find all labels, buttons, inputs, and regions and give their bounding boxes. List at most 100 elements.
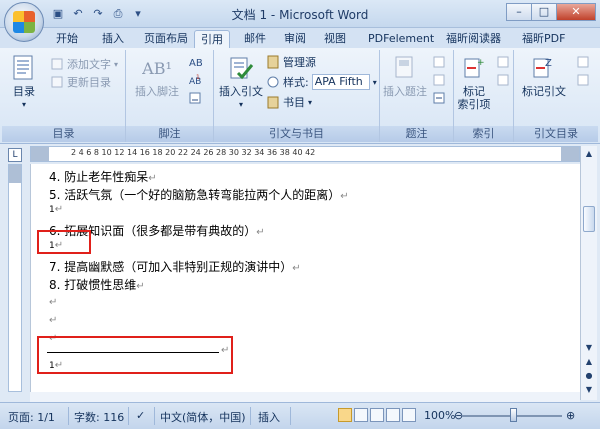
group-label-captions: 题注: [380, 126, 453, 142]
doc-line-1[interactable]: 4. 防止老年性痴呆↵: [49, 168, 157, 185]
doc-line-9[interactable]: ↵: [49, 312, 57, 326]
group-citations: 插入引文 ▾ 管理源 样式: APA Fifth ▾ 书目 ▾ 引文与书目: [214, 50, 380, 142]
web-layout-icon[interactable]: [370, 408, 384, 422]
tab-references[interactable]: 引用: [194, 30, 230, 48]
select-browse-object-icon[interactable]: ●: [583, 370, 595, 382]
doc-line-6[interactable]: 7. 提高幽默感（可加入非特别正规的演讲中）↵: [49, 258, 301, 275]
vertical-ruler[interactable]: [8, 164, 22, 392]
tab-pdfelement[interactable]: PDFelement: [362, 30, 440, 48]
undo-icon[interactable]: ↶: [70, 6, 86, 22]
group-label-footnotes: 脚注: [126, 126, 213, 142]
add-text-button[interactable]: 添加文字 ▾: [50, 56, 118, 72]
tab-review[interactable]: 审阅: [278, 30, 312, 48]
tab-foxit-pdf[interactable]: 福昕PDF: [516, 30, 571, 48]
horizontal-scrollbar[interactable]: [30, 392, 580, 402]
svg-text:Z: Z: [545, 58, 552, 69]
bibliography-button[interactable]: 书目 ▾: [266, 94, 312, 110]
tab-page-layout[interactable]: 页面布局: [138, 30, 194, 48]
language-indicator[interactable]: 中文(简体，中国): [160, 409, 246, 425]
group-footnotes: AB¹ 插入脚注 AB AB 1 脚注: [126, 50, 214, 142]
chevron-down-icon[interactable]: ▾: [373, 78, 377, 87]
zoom-level[interactable]: 100%: [424, 409, 455, 422]
minimize-button[interactable]: –: [506, 3, 532, 21]
next-page-icon[interactable]: ▼: [583, 384, 595, 396]
citation-icon: [227, 54, 255, 82]
page-indicator[interactable]: 页面: 1/1: [8, 409, 55, 425]
tab-mailings[interactable]: 邮件: [238, 30, 272, 48]
outline-icon[interactable]: [386, 408, 400, 422]
maximize-button[interactable]: □: [531, 3, 557, 21]
save-icon[interactable]: ▣: [50, 6, 66, 22]
update-toa-icon[interactable]: [576, 72, 590, 88]
group-index: + 标记 索引项 索引: [454, 50, 514, 142]
cross-reference-icon[interactable]: [432, 90, 446, 106]
style-dropdown-value[interactable]: APA Fifth: [311, 74, 370, 90]
word-count[interactable]: 字数: 116: [74, 409, 124, 425]
insert-table-of-figures-icon[interactable]: [432, 54, 446, 70]
ruler-numbers: 2 4 6 8 10 12 14 16 18 20 22 24 26 28 30…: [71, 148, 316, 157]
svg-text:AB: AB: [189, 58, 202, 69]
full-screen-reading-icon[interactable]: [354, 408, 368, 422]
insert-caption-button[interactable]: 插入题注: [380, 54, 430, 98]
vertical-scrollbar[interactable]: ▲ ▼ ▲ ● ▼: [580, 146, 597, 400]
toc-button[interactable]: 目录 ▾: [6, 54, 42, 111]
update-table-icon[interactable]: [432, 72, 446, 88]
insert-toa-icon[interactable]: [576, 54, 590, 70]
document-page[interactable]: 4. 防止老年性痴呆↵ 5. 活跃气氛（一个好的脑筋急转弯能拉两个人的距离）↵ …: [30, 164, 580, 392]
doc-line-2[interactable]: 5. 活跃气氛（一个好的脑筋急转弯能拉两个人的距离）↵: [49, 186, 349, 203]
update-icon: [50, 75, 64, 89]
doc-line-3[interactable]: 1↵: [49, 204, 63, 215]
style-select[interactable]: 样式: APA Fifth ▾: [266, 74, 377, 90]
bibliography-icon: [266, 95, 280, 109]
manage-sources-button[interactable]: 管理源: [266, 54, 316, 70]
close-button[interactable]: ✕: [556, 3, 596, 21]
mark-citation-icon: Z: [530, 54, 558, 82]
scroll-up-icon[interactable]: ▲: [583, 148, 595, 160]
group-label-index: 索引: [454, 126, 513, 142]
tab-view[interactable]: 视图: [318, 30, 352, 48]
print-preview-icon[interactable]: ⎙: [110, 6, 126, 22]
group-label-toc: 目录: [2, 126, 125, 142]
insert-citation-button[interactable]: 插入引文 ▾: [216, 54, 266, 111]
caption-icon: [391, 54, 419, 82]
group-captions: 插入题注 题注: [380, 50, 454, 142]
group-toc: 目录 ▾ 添加文字 ▾ 更新目录 目录: [2, 50, 126, 142]
previous-page-icon[interactable]: ▲: [583, 356, 595, 368]
proofing-icon[interactable]: ✓: [136, 409, 145, 422]
doc-line-7[interactable]: 8. 打破惯性思维↵: [49, 276, 145, 293]
status-bar: 页面: 1/1 字数: 116 ✓ 中文(简体，中国) 插入 100% ⊖ ⊕: [0, 402, 600, 429]
mark-entry-icon: +: [460, 54, 488, 82]
insert-footnote-button[interactable]: AB¹ 插入脚注: [130, 54, 184, 98]
update-index-icon[interactable]: [496, 72, 510, 88]
group-table-of-authorities: Z 标记引文 引文目录: [514, 50, 598, 142]
ribbon: 目录 ▾ 添加文字 ▾ 更新目录 目录 AB¹ 插入脚注 AB AB 1 脚注 …: [0, 48, 600, 144]
horizontal-ruler[interactable]: 2 4 6 8 10 12 14 16 18 20 22 24 26 28 30…: [30, 146, 580, 162]
draft-icon[interactable]: [402, 408, 416, 422]
scroll-down-icon[interactable]: ▼: [583, 342, 595, 354]
insert-endnote-icon[interactable]: AB: [188, 54, 202, 70]
doc-line-8[interactable]: ↵: [49, 294, 57, 308]
tab-selector[interactable]: L: [8, 148, 22, 162]
ribbon-tabs: 开始 插入 页面布局 引用 邮件 审阅 视图 PDFelement 福昕阅读器 …: [0, 28, 600, 48]
office-button[interactable]: [4, 2, 44, 42]
print-layout-icon[interactable]: [338, 408, 352, 422]
mark-entry-button[interactable]: + 标记 索引项: [454, 54, 494, 111]
update-toc-button[interactable]: 更新目录: [50, 74, 111, 90]
mark-citation-button[interactable]: Z 标记引文: [516, 54, 572, 98]
scroll-thumb[interactable]: [583, 206, 595, 232]
window-controls: – □ ✕: [506, 3, 596, 21]
next-footnote-icon[interactable]: AB 1: [188, 72, 202, 88]
quick-access-toolbar: ▣ ↶ ↷ ⎙ ▾: [50, 6, 146, 22]
tab-home[interactable]: 开始: [50, 30, 84, 48]
zoom-slider-thumb[interactable]: [510, 408, 517, 422]
tab-foxit-reader[interactable]: 福昕阅读器: [440, 30, 507, 48]
style-icon: [266, 75, 280, 89]
redo-icon[interactable]: ↷: [90, 6, 106, 22]
insert-index-icon[interactable]: [496, 54, 510, 70]
show-notes-icon[interactable]: [188, 90, 202, 106]
tab-insert[interactable]: 插入: [96, 30, 130, 48]
customize-icon[interactable]: ▾: [130, 6, 146, 22]
title-bar: 文档 1 - Microsoft Word ▣ ↶ ↷ ⎙ ▾ – □ ✕: [0, 0, 600, 28]
insert-mode[interactable]: 插入: [258, 409, 280, 425]
zoom-in-icon[interactable]: ⊕: [566, 409, 575, 422]
